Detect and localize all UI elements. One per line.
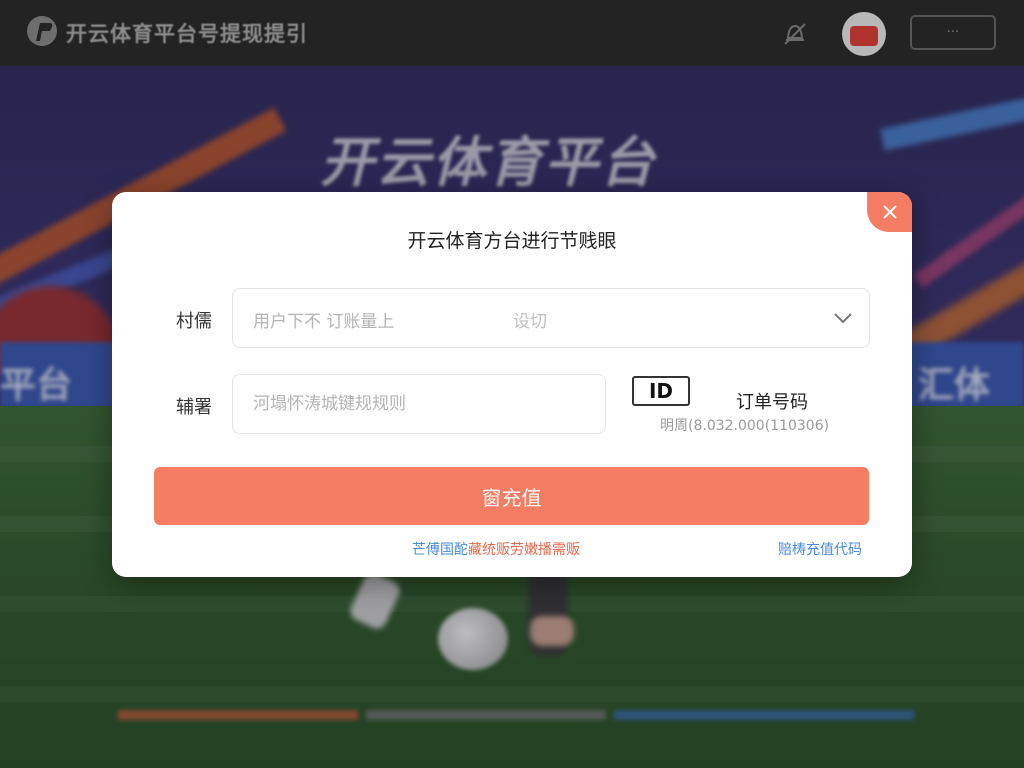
site-title: 开云体育平台号提现提引 bbox=[66, 22, 308, 46]
help-link[interactable]: 芒傅国酡藏统贩劳嫩播需贩 bbox=[412, 539, 580, 559]
help-link-prefix: 芒傅国酡 bbox=[412, 542, 468, 558]
amount-input[interactable] bbox=[232, 374, 606, 434]
field-label-account: 村儒 bbox=[176, 311, 212, 332]
select-value: 用户下不 订账量上 bbox=[253, 312, 395, 332]
chevron-down-icon bbox=[834, 313, 852, 324]
account-select[interactable]: 用户下不 订账量上 设切 bbox=[232, 288, 870, 348]
menu-button[interactable]: ··· bbox=[910, 15, 996, 50]
top-bar: 开云体育平台号提现提引 ··· bbox=[0, 0, 1024, 66]
recharge-modal: 开云体育方台进行节贱眼 村儒 用户下不 订账量上 设切 辅署 ID 订单号码 明… bbox=[112, 192, 912, 577]
order-number-hint: 明周(8.032.000(110306) bbox=[660, 418, 830, 434]
help-link-highlight: 藏统贩劳嫩播需贩 bbox=[468, 542, 580, 558]
id-card-icon: ID bbox=[632, 376, 690, 406]
logo-icon[interactable] bbox=[26, 13, 58, 49]
avatar[interactable] bbox=[842, 12, 886, 56]
field-label-amount: 辅署 bbox=[176, 397, 212, 418]
recharge-button[interactable]: 窗充值 bbox=[154, 467, 869, 525]
bell-icon[interactable] bbox=[782, 20, 808, 46]
modal-title: 开云体育方台进行节贱眼 bbox=[407, 230, 617, 252]
recharge-code-link[interactable]: 赔梼充值代码 bbox=[778, 539, 862, 559]
select-sub-value: 设切 bbox=[513, 312, 547, 332]
close-icon bbox=[882, 205, 897, 219]
order-number-label: 订单号码 bbox=[736, 392, 808, 413]
